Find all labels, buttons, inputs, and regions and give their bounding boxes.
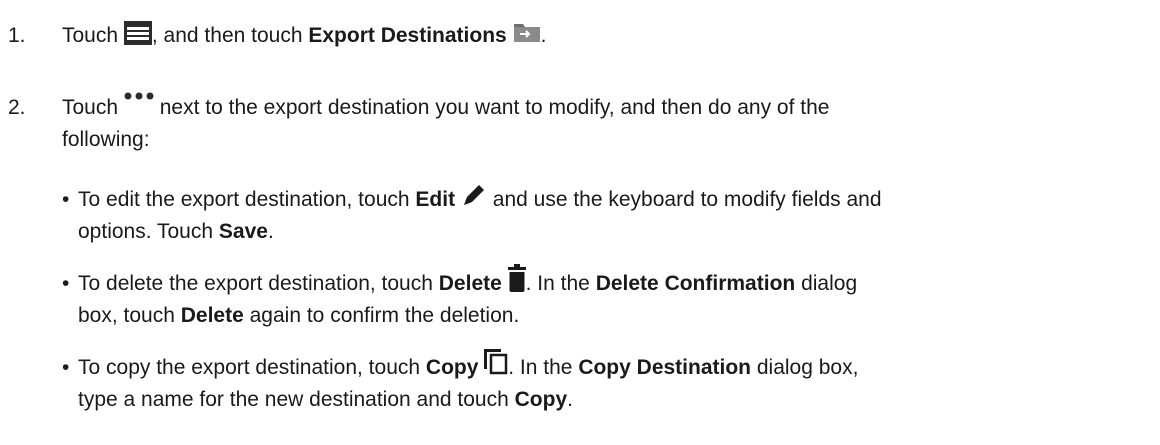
more-options-icon bbox=[124, 92, 154, 100]
instructions-document: 1. Touch , and then touch Export Destina… bbox=[0, 0, 1160, 445]
copy-destination-label: Copy Destination bbox=[578, 356, 751, 379]
step-2: 2. Touch next to the export destination … bbox=[0, 92, 1150, 162]
text-rest-line2: following: bbox=[62, 128, 150, 151]
bullet-text: To delete the export destination, touch … bbox=[78, 264, 1148, 332]
step-1: 1. Touch , and then touch Export Destina… bbox=[0, 20, 1150, 60]
text-segment: . bbox=[567, 388, 573, 411]
delete-label: Delete bbox=[438, 272, 502, 295]
step-text: Touch , and then touch Export Destinatio… bbox=[62, 20, 1142, 52]
delete-label: Delete bbox=[180, 304, 244, 327]
text-segment: To delete the export destination, touch bbox=[78, 272, 433, 295]
export-destinations-label: Export Destinations bbox=[308, 24, 507, 47]
bullet-text: To edit the export destination, touch Ed… bbox=[78, 184, 1148, 248]
text-segment: . In the bbox=[525, 272, 590, 295]
menu-icon bbox=[123, 21, 152, 46]
step-number: 1. bbox=[8, 24, 26, 47]
text-and-then-touch: , and then touch bbox=[151, 24, 303, 47]
export-destinations-icon bbox=[513, 21, 541, 43]
delete-confirmation-label: Delete Confirmation bbox=[595, 272, 796, 295]
bullet-delete: • To delete the export destination, touc… bbox=[62, 264, 1152, 338]
bullet-copy: • To copy the export destination, touch … bbox=[62, 349, 1152, 422]
bullet-edit: • To edit the export destination, touch … bbox=[62, 184, 1152, 254]
copy-label: Copy bbox=[514, 388, 568, 411]
text-segment: To copy the export destination, touch bbox=[78, 356, 421, 379]
text-touch: Touch bbox=[62, 96, 119, 119]
text-segment: type a name for the new destination and … bbox=[78, 388, 509, 411]
bullet-dot: • bbox=[62, 356, 70, 379]
text-touch: Touch bbox=[62, 24, 119, 47]
text-segment: and use the keyboard to modify fields an… bbox=[492, 188, 882, 211]
copy-label: Copy bbox=[425, 356, 479, 379]
edit-label: Edit bbox=[415, 188, 456, 211]
text-segment: again to confirm the deletion. bbox=[249, 304, 520, 327]
bullet-dot: • bbox=[62, 188, 70, 211]
bullet-text: To copy the export destination, touch Co… bbox=[78, 349, 1148, 416]
text-segment: . In the bbox=[508, 356, 573, 379]
step-number: 2. bbox=[8, 96, 26, 119]
edit-pencil-icon bbox=[461, 182, 487, 208]
step-text: Touch next to the export destination you… bbox=[62, 92, 1142, 156]
bullet-dot: • bbox=[62, 272, 70, 295]
text-end: . bbox=[540, 24, 547, 47]
text-segment: options. Touch bbox=[78, 220, 214, 243]
text-segment: dialog bbox=[801, 272, 858, 295]
text-segment: box, touch bbox=[78, 304, 175, 327]
copy-icon bbox=[484, 349, 508, 375]
text-segment: To edit the export destination, touch bbox=[78, 188, 410, 211]
text-segment: . bbox=[267, 220, 274, 243]
text-segment: dialog box, bbox=[756, 356, 859, 379]
text-rest-line1: next to the export destination you want … bbox=[159, 96, 830, 119]
trash-icon bbox=[507, 264, 526, 293]
save-label: Save bbox=[218, 220, 268, 243]
